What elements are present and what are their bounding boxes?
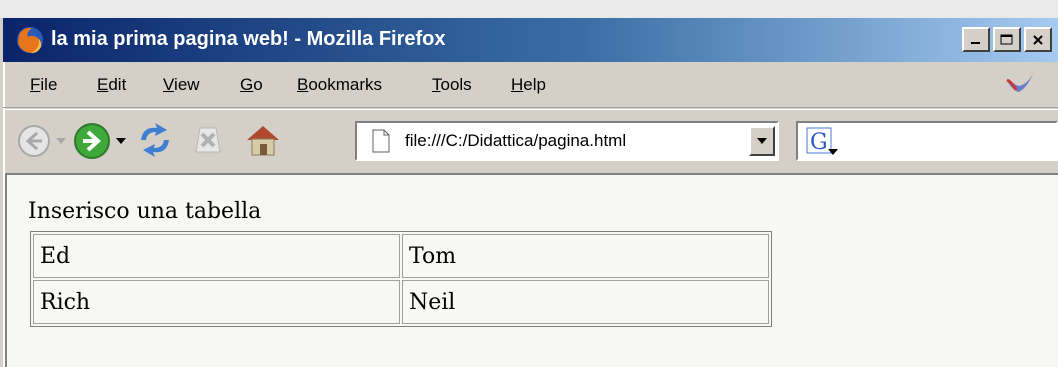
table-row: Rich Neil bbox=[33, 280, 769, 324]
forward-dropdown-icon[interactable] bbox=[115, 137, 127, 145]
home-icon[interactable] bbox=[243, 120, 283, 160]
google-icon[interactable]: G bbox=[806, 127, 840, 157]
menu-help[interactable]: Help bbox=[511, 75, 546, 95]
desktop-strip bbox=[0, 0, 1058, 18]
minimize-button[interactable] bbox=[962, 27, 990, 52]
maximize-icon bbox=[1000, 34, 1013, 44]
close-icon bbox=[1033, 34, 1043, 45]
close-button[interactable] bbox=[1024, 27, 1052, 52]
data-table: Ed Tom Rich Neil bbox=[30, 231, 772, 327]
stop-icon[interactable] bbox=[190, 122, 226, 158]
forward-icon[interactable] bbox=[72, 121, 112, 161]
table-cell: Rich bbox=[33, 280, 400, 324]
url-text[interactable]: file:///C:/Didattica/pagina.html bbox=[405, 131, 626, 151]
maximize-button[interactable] bbox=[993, 27, 1021, 52]
menu-bar: File Edit View Go Bookmarks Tools Help bbox=[3, 62, 1058, 108]
url-dropdown-button[interactable] bbox=[749, 126, 775, 156]
menu-view[interactable]: View bbox=[163, 75, 200, 95]
firefox-icon bbox=[17, 27, 43, 54]
back-icon[interactable] bbox=[16, 123, 52, 159]
table-row: Ed Tom bbox=[33, 234, 769, 278]
table-cell: Neil bbox=[402, 280, 769, 324]
minimize-icon bbox=[971, 41, 980, 44]
page-content: Inserisco una tabella Ed Tom Rich Neil bbox=[5, 173, 1058, 367]
throbber-icon bbox=[1006, 72, 1034, 92]
menu-edit[interactable]: Edit bbox=[97, 75, 126, 95]
title-bar[interactable]: la mia prima pagina web! - Mozilla Firef… bbox=[3, 18, 1058, 62]
table-cell: Tom bbox=[402, 234, 769, 278]
menu-go[interactable]: Go bbox=[240, 75, 263, 95]
menu-file[interactable]: File bbox=[30, 75, 57, 95]
address-bar[interactable]: file:///C:/Didattica/pagina.html bbox=[355, 121, 779, 161]
menu-bookmarks[interactable]: Bookmarks bbox=[297, 75, 382, 95]
window-title: la mia prima pagina web! - Mozilla Firef… bbox=[51, 28, 446, 50]
table-cell: Ed bbox=[33, 234, 400, 278]
menu-tools[interactable]: Tools bbox=[432, 75, 472, 95]
navigation-toolbar: file:///C:/Didattica/pagina.html G bbox=[3, 109, 1058, 173]
reload-icon[interactable] bbox=[133, 120, 177, 160]
svg-text:G: G bbox=[810, 130, 828, 155]
page-intro-text: Inserisco una tabella bbox=[28, 199, 262, 224]
page-icon bbox=[372, 129, 390, 153]
dropdown-arrow-icon bbox=[757, 138, 767, 144]
back-dropdown-icon[interactable] bbox=[55, 137, 67, 145]
search-box[interactable]: G bbox=[796, 121, 1058, 161]
